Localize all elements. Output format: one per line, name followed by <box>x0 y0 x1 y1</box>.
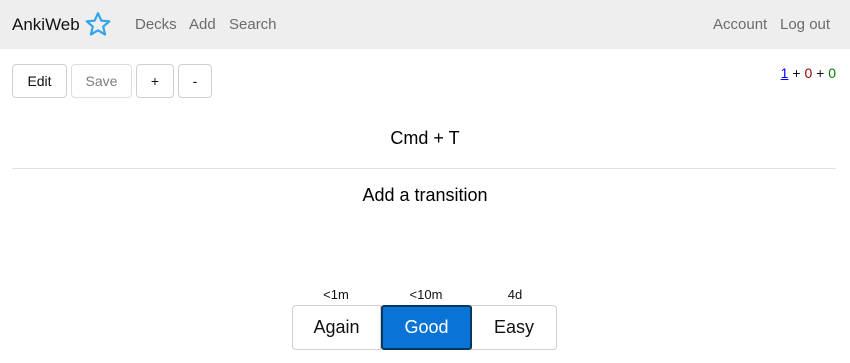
top-navbar: AnkiWeb Decks Add Search Account Log out <box>0 0 850 49</box>
review-count: 0 <box>828 65 836 81</box>
brand-link[interactable]: AnkiWeb <box>12 0 113 49</box>
card-question: Cmd + T <box>390 128 460 148</box>
again-button[interactable]: Again <box>292 305 381 350</box>
card-answer: Add a transition <box>362 185 488 205</box>
star-outline-icon <box>85 11 111 36</box>
good-button[interactable]: Good <box>381 305 472 350</box>
edit-button[interactable]: Edit <box>12 64 67 98</box>
suspend-minus-button[interactable]: - <box>178 64 212 98</box>
nav-search-link[interactable]: Search <box>229 0 277 49</box>
easy-interval: 4d <box>507 287 523 302</box>
nav-logout-link[interactable]: Log out <box>780 0 830 49</box>
nav-account-link[interactable]: Account <box>713 0 767 49</box>
bury-plus-button[interactable]: + <box>136 64 174 98</box>
good-interval: <10m <box>409 287 443 302</box>
answer-divider <box>12 168 836 169</box>
due-counts: 1 + 0 + 0 <box>781 65 836 85</box>
count-separator: + <box>788 65 805 81</box>
easy-button[interactable]: Easy <box>471 305 557 350</box>
nav-decks-link[interactable]: Decks <box>135 0 177 49</box>
count-separator: + <box>812 65 829 81</box>
again-interval: <1m <box>323 287 349 302</box>
nav-add-link[interactable]: Add <box>189 0 216 49</box>
brand-name: AnkiWeb <box>12 14 80 34</box>
save-button[interactable]: Save <box>71 64 132 98</box>
